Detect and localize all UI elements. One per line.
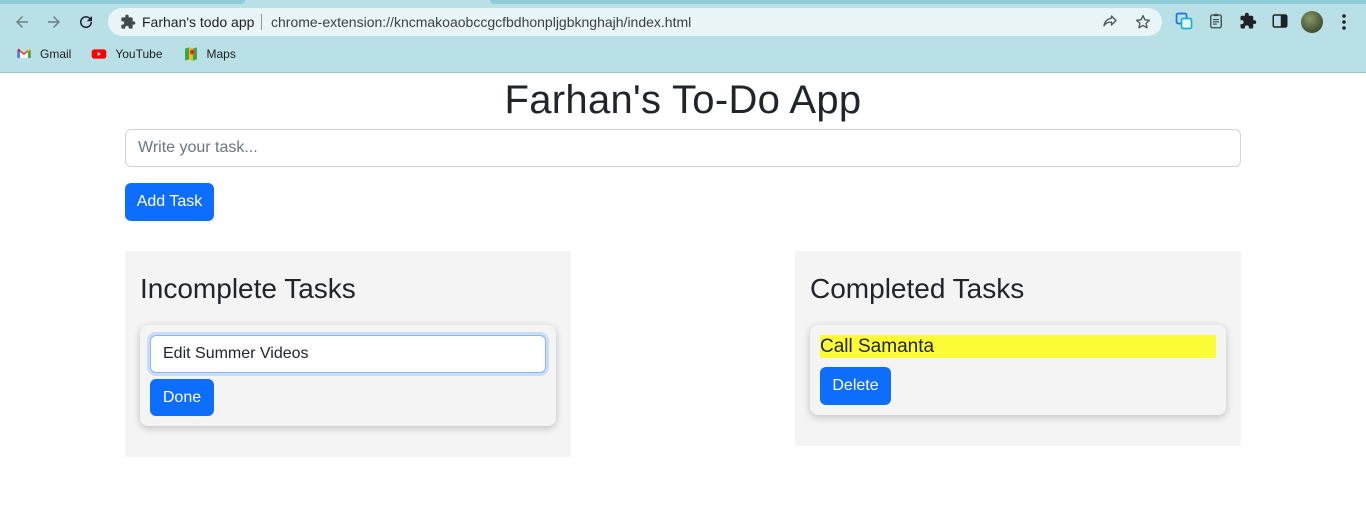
bookmarks-bar: Gmail YouTube Maps <box>0 44 240 64</box>
tab-strip <box>0 0 1366 4</box>
bookmark-maps[interactable]: Maps <box>183 46 236 62</box>
profile-avatar[interactable] <box>1301 11 1323 33</box>
delete-button[interactable]: Delete <box>820 367 891 405</box>
share-icon[interactable] <box>1101 13 1119 31</box>
address-bar[interactable]: Farhan's todo app chrome-extension://knc… <box>108 8 1162 36</box>
extensions-puzzle-icon[interactable] <box>1238 11 1258 31</box>
more-menu-icon[interactable] <box>1336 12 1352 32</box>
forward-button[interactable] <box>42 10 66 34</box>
add-task-button[interactable]: Add Task <box>125 183 214 221</box>
completed-task-text: Call Samanta <box>820 335 1216 358</box>
bookmark-label: Maps <box>206 47 236 61</box>
incomplete-tasks-panel: Incomplete Tasks Done <box>125 251 571 457</box>
reload-icon <box>80 16 93 29</box>
youtube-icon <box>91 46 107 62</box>
browser-chrome: Farhan's todo app chrome-extension://knc… <box>0 0 1366 73</box>
bookmark-youtube[interactable]: YouTube <box>91 46 163 62</box>
extension-puzzle-icon <box>121 14 136 29</box>
bookmark-star-icon[interactable] <box>1134 13 1152 31</box>
incomplete-tasks-heading: Incomplete Tasks <box>140 273 356 304</box>
translate-extension-icon[interactable] <box>1174 11 1194 31</box>
bookmark-label: YouTube <box>115 47 163 61</box>
done-button[interactable]: Done <box>150 379 214 416</box>
bookmark-gmail[interactable]: Gmail <box>16 46 71 62</box>
clipboard-extension-icon[interactable] <box>1206 11 1226 31</box>
back-button[interactable] <box>10 10 34 34</box>
maps-icon <box>183 46 199 62</box>
task-card: Done <box>140 325 556 426</box>
url-text[interactable]: chrome-extension://kncmakoaobccgcfbdhonp… <box>271 14 691 30</box>
bookmark-label: Gmail <box>40 47 72 61</box>
completed-task-card: Call Samanta Delete <box>810 325 1226 415</box>
reload-button[interactable] <box>74 10 98 34</box>
task-input[interactable] <box>125 129 1241 167</box>
task-edit-input[interactable] <box>150 335 546 373</box>
arrow-left-icon <box>16 16 28 28</box>
arrow-right-icon <box>48 16 60 28</box>
page-title: Farhan's To-Do App <box>504 78 862 122</box>
site-name: Farhan's todo app <box>142 14 255 30</box>
completed-tasks-heading: Completed Tasks <box>810 273 1025 304</box>
side-panel-icon[interactable] <box>1270 11 1290 31</box>
completed-tasks-panel: Completed Tasks Call Samanta Delete <box>795 251 1241 446</box>
omnibox-divider <box>261 14 262 30</box>
gmail-icon <box>16 46 32 62</box>
app-page: Farhan's To-Do App Add Task Incomplete T… <box>0 74 1366 524</box>
